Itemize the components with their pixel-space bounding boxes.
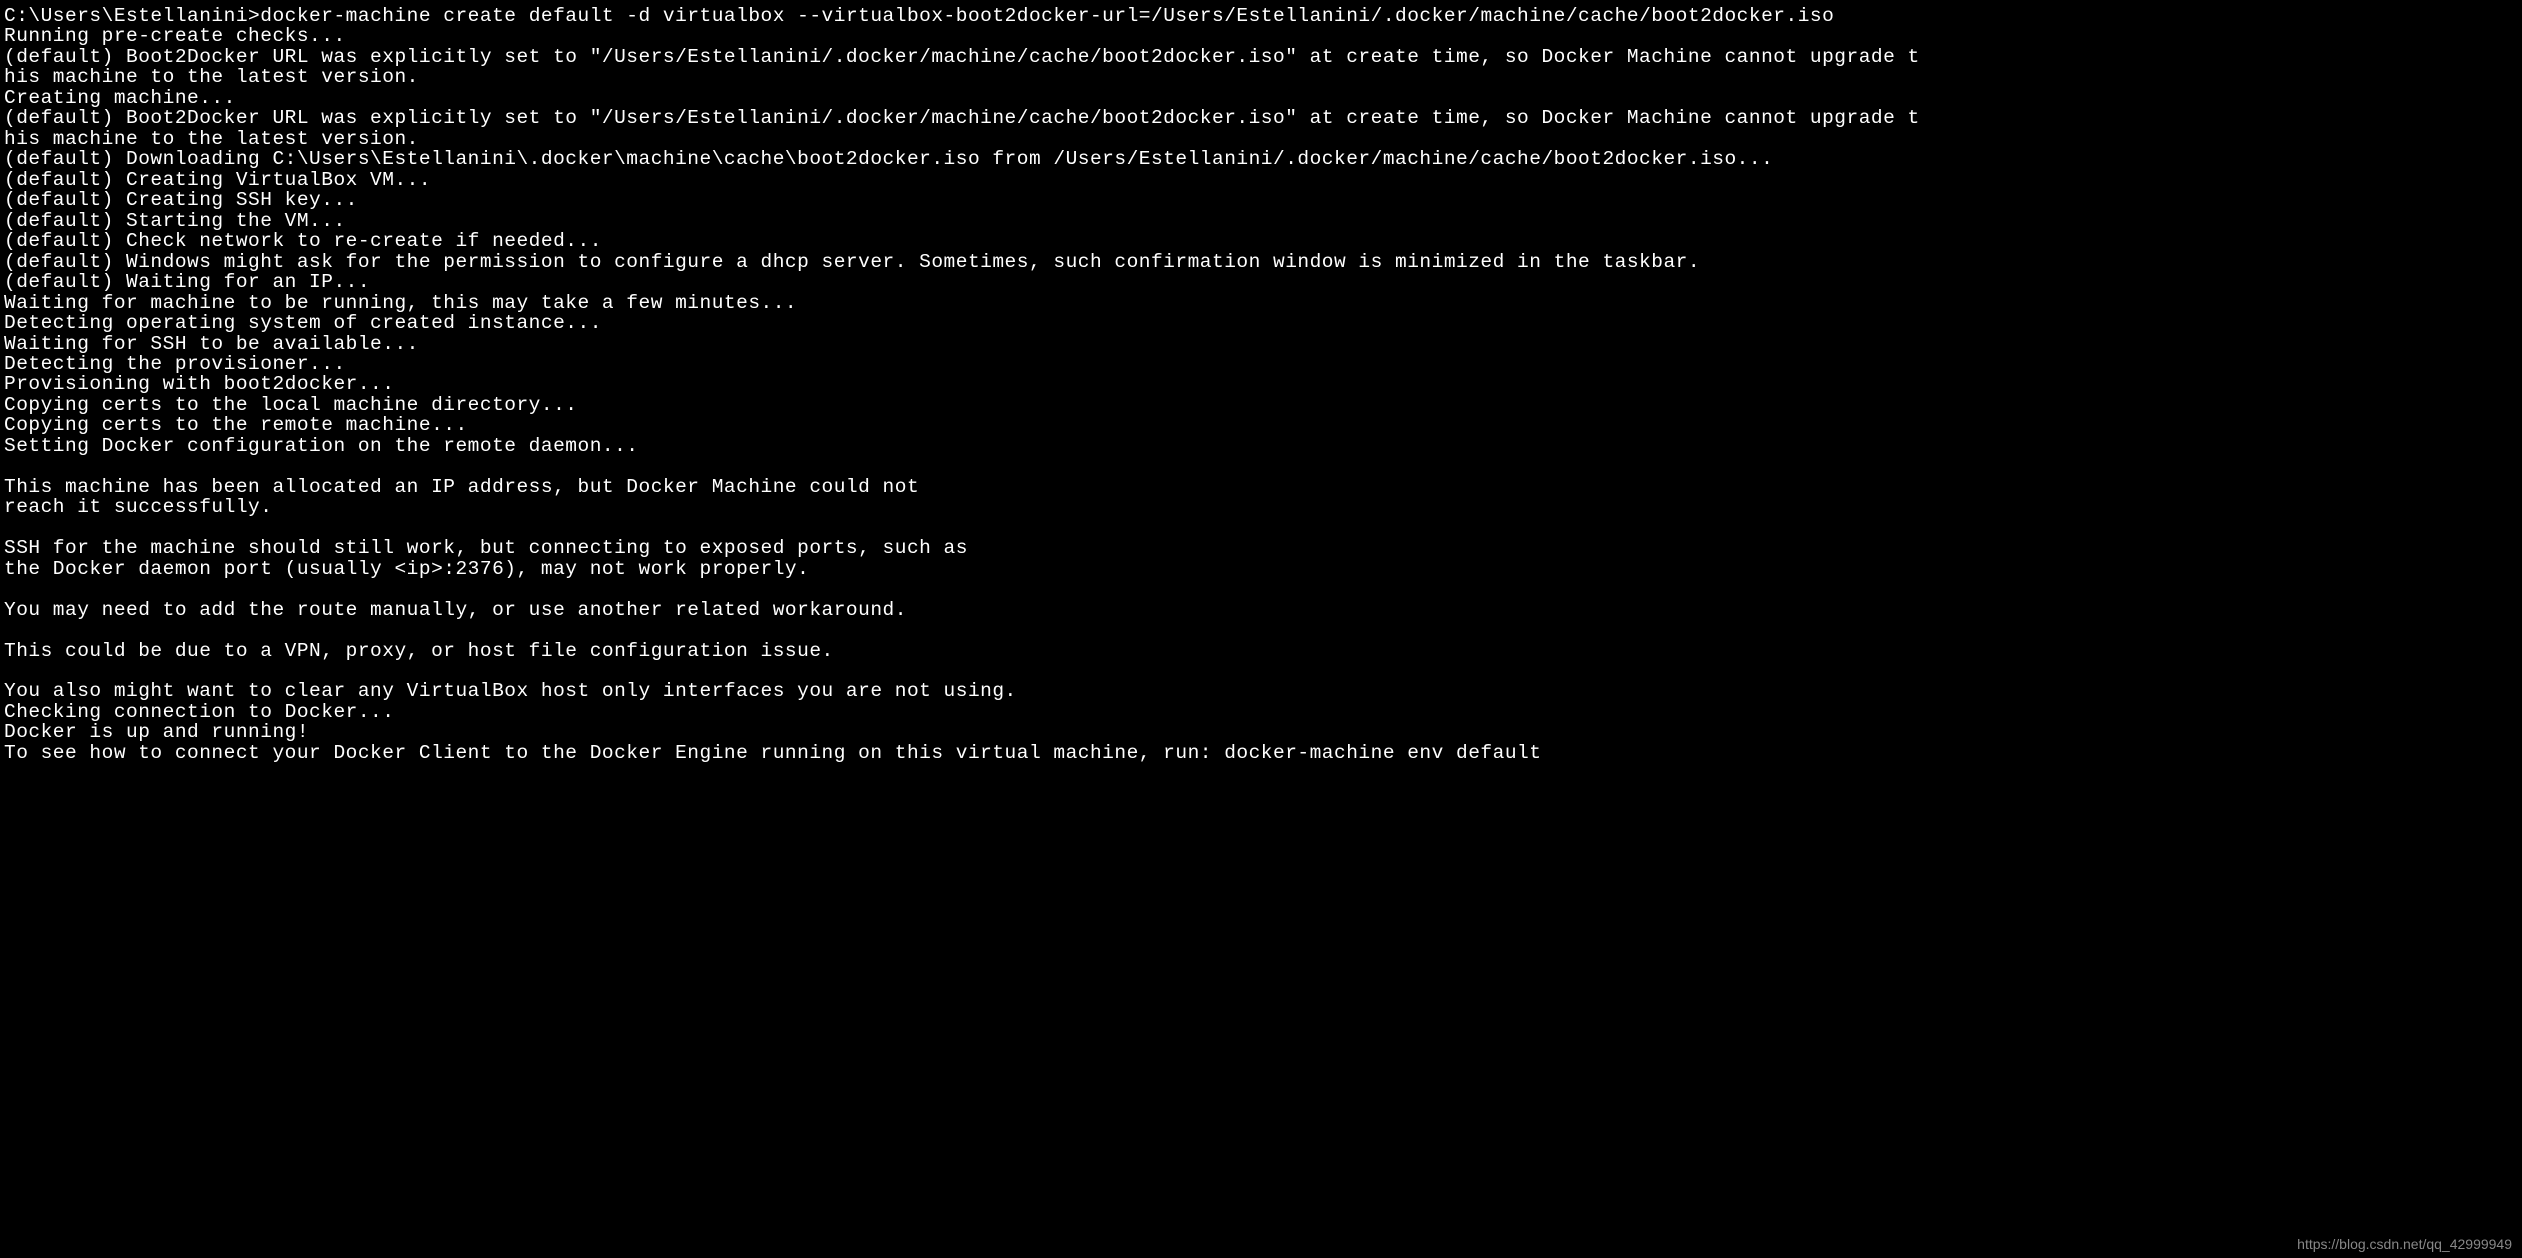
output-line: You may need to add the route manually, … [4, 600, 2518, 620]
output-line: his machine to the latest version. [4, 67, 2518, 87]
terminal-output[interactable]: C:\Users\Estellanini>docker-machine crea… [4, 6, 2518, 763]
output-line: (default) Check network to re-create if … [4, 231, 2518, 251]
output-line: To see how to connect your Docker Client… [4, 743, 2518, 763]
output-line: Provisioning with boot2docker... [4, 374, 2518, 394]
output-line: SSH for the machine should still work, b… [4, 538, 2518, 558]
output-line: Running pre-create checks... [4, 26, 2518, 46]
output-line: reach it successfully. [4, 497, 2518, 517]
output-line: (default) Boot2Docker URL was explicitly… [4, 47, 2518, 67]
command-line: C:\Users\Estellanini>docker-machine crea… [4, 6, 2518, 26]
output-line [4, 661, 2518, 681]
output-line: (default) Boot2Docker URL was explicitly… [4, 108, 2518, 128]
output-line: Creating machine... [4, 88, 2518, 108]
output-line: Copying certs to the local machine direc… [4, 395, 2518, 415]
output-line: Setting Docker configuration on the remo… [4, 436, 2518, 456]
output-line: Copying certs to the remote machine... [4, 415, 2518, 435]
output-line: Detecting the provisioner... [4, 354, 2518, 374]
prompt: C:\Users\Estellanini> [4, 5, 260, 27]
output-line: (default) Waiting for an IP... [4, 272, 2518, 292]
output-line [4, 620, 2518, 640]
output-line: (default) Downloading C:\Users\Estellani… [4, 149, 2518, 169]
output-line: the Docker daemon port (usually <ip>:237… [4, 559, 2518, 579]
output-line [4, 579, 2518, 599]
output-line: his machine to the latest version. [4, 129, 2518, 149]
output-line: Checking connection to Docker... [4, 702, 2518, 722]
output-line: This machine has been allocated an IP ad… [4, 477, 2518, 497]
output-line [4, 518, 2518, 538]
command-text: docker-machine create default -d virtual… [260, 5, 1834, 27]
watermark-text: https://blog.csdn.net/qq_42999949 [2297, 1237, 2512, 1252]
output-line [4, 456, 2518, 476]
output-line: (default) Creating VirtualBox VM... [4, 170, 2518, 190]
output-line: (default) Windows might ask for the perm… [4, 252, 2518, 272]
output-line: Waiting for machine to be running, this … [4, 293, 2518, 313]
output-line: Waiting for SSH to be available... [4, 334, 2518, 354]
output-line: You also might want to clear any Virtual… [4, 681, 2518, 701]
output-line: Detecting operating system of created in… [4, 313, 2518, 333]
output-line: Docker is up and running! [4, 722, 2518, 742]
output-line: This could be due to a VPN, proxy, or ho… [4, 641, 2518, 661]
output-line: (default) Creating SSH key... [4, 190, 2518, 210]
output-line: (default) Starting the VM... [4, 211, 2518, 231]
